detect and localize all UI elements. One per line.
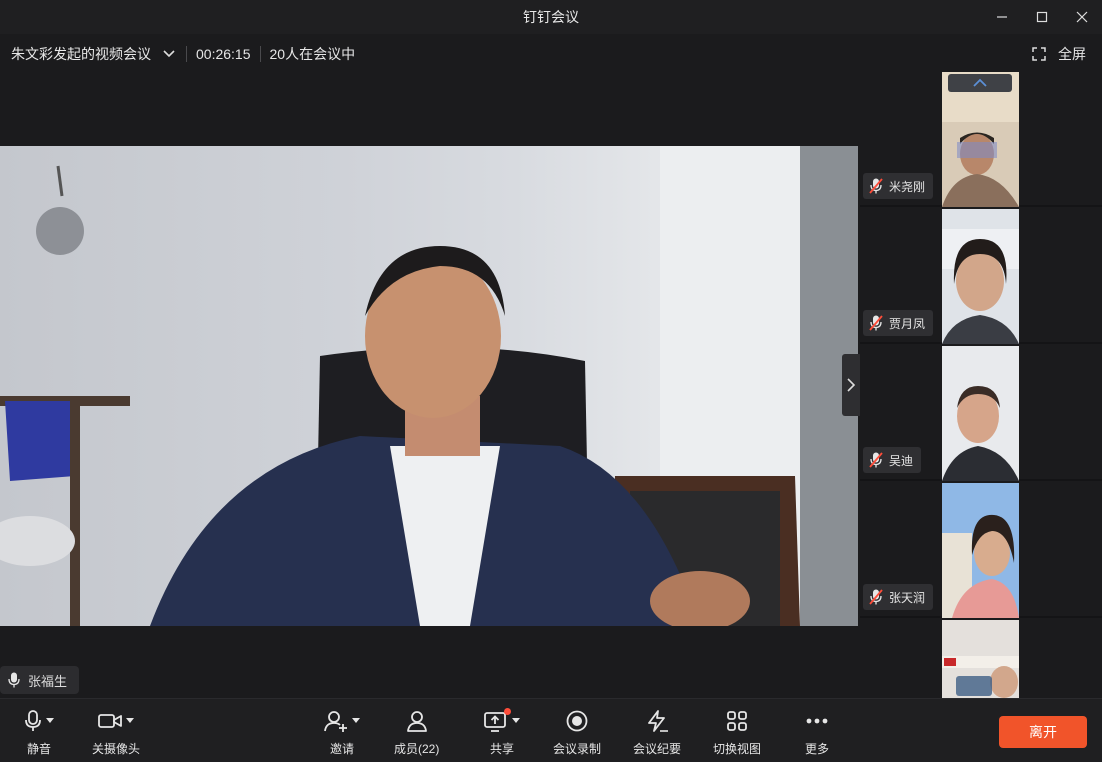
scroll-up-button[interactable] [948, 74, 1012, 92]
members-label: 成员(22) [394, 742, 440, 756]
grid-icon [727, 711, 747, 731]
title-bar: 钉钉会议 [0, 0, 1102, 34]
close-button[interactable] [1062, 0, 1102, 34]
participant-tile[interactable]: 贾月凤 [860, 209, 1102, 344]
participant-name: 吴迪 [889, 453, 914, 468]
microphone-icon [8, 672, 20, 688]
participant-video [942, 483, 1019, 618]
mute-button[interactable]: 静音 [24, 707, 54, 757]
close-icon [1076, 11, 1088, 23]
caret-down-icon[interactable] [512, 718, 520, 724]
participant-name: 张天润 [889, 590, 926, 605]
speaker-name: 张福生 [28, 673, 68, 689]
lightning-icon [648, 710, 668, 732]
user-icon [406, 711, 427, 732]
caret-down-icon[interactable] [126, 718, 134, 724]
caret-down-icon[interactable] [46, 718, 54, 724]
main-video [0, 146, 858, 626]
invite-button[interactable]: 邀请 [324, 707, 360, 757]
add-user-icon [324, 711, 347, 732]
more-label: 更多 [805, 742, 830, 756]
participant-tile[interactable]: 米尧刚 [860, 72, 1102, 207]
participant-sidebar: 米尧刚 贾月凤 吴迪 张天润 [860, 72, 1102, 698]
participant-tile[interactable]: 张天润 [860, 483, 1102, 618]
fullscreen-button[interactable]: 全屏 [1032, 34, 1086, 74]
microphone-muted-icon [869, 178, 883, 194]
participant-video [942, 620, 1019, 698]
share-badge-dot [504, 708, 511, 715]
meeting-info-dropdown[interactable] [161, 46, 177, 62]
participant-video [942, 346, 1019, 481]
participant-name: 米尧刚 [889, 179, 926, 194]
mute-label: 静音 [26, 742, 51, 756]
participant-video [942, 209, 1019, 344]
share-button[interactable]: 共享 [484, 707, 520, 757]
window-controls [982, 0, 1102, 34]
record-icon [566, 710, 588, 732]
camera-off-button[interactable]: 关摄像头 [92, 707, 140, 757]
members-button[interactable]: 成员(22) [394, 707, 439, 757]
divider [186, 46, 187, 62]
meeting-name[interactable]: 朱文彩发起的视频会议 [11, 44, 151, 64]
divider [259, 46, 261, 62]
participant-name-tag: 贾月凤 [863, 310, 934, 336]
participant-count: 20人在会议中 [269, 46, 356, 62]
camera-icon [98, 714, 122, 728]
invite-label: 邀请 [329, 742, 354, 756]
microphone-muted-icon [869, 589, 883, 605]
speaker-video-frame [0, 146, 858, 626]
speaker-name-tag: 张福生 [0, 666, 80, 694]
record-button[interactable]: 会议录制 [553, 707, 601, 757]
meeting-duration: 00:26:15 [196, 46, 251, 62]
more-button[interactable]: 更多 [805, 707, 829, 757]
minimize-icon [997, 16, 1007, 18]
minimize-button[interactable] [982, 0, 1022, 34]
microphone-muted-icon [869, 315, 883, 331]
switch-view-label: 切换视图 [713, 742, 762, 756]
leave-button[interactable]: 离开 [999, 716, 1087, 748]
meeting-info-bar: 朱文彩发起的视频会议 00:26:15 20人在会议中 全屏 [0, 34, 1102, 74]
switch-view-button[interactable]: 切换视图 [713, 707, 761, 757]
participant-name-tag: 吴迪 [863, 447, 922, 473]
maximize-icon [1036, 11, 1048, 23]
camera-off-label: 关摄像头 [92, 742, 141, 756]
participant-name-tag: 张天润 [863, 584, 934, 610]
share-label: 共享 [489, 742, 514, 756]
caret-down-icon[interactable] [352, 718, 360, 724]
next-page-button[interactable] [842, 354, 860, 416]
participant-video [942, 72, 1019, 207]
window-title: 钉钉会议 [523, 9, 579, 25]
participant-name-tag: 米尧刚 [863, 173, 934, 199]
record-label: 会议录制 [553, 742, 602, 756]
more-icon [806, 718, 828, 724]
participant-tile[interactable]: 吴迪 [860, 346, 1102, 481]
fullscreen-label: 全屏 [1058, 46, 1086, 62]
meeting-minutes-label: 会议纪要 [633, 742, 682, 756]
main-stage: 张福生 [0, 74, 860, 698]
bottom-toolbar: 静音 关摄像头 邀请 成员(22) 共享 会议录制 会议纪要 切换视图 更多 离… [0, 698, 1102, 762]
microphone-muted-icon [869, 452, 883, 468]
fullscreen-icon [1032, 47, 1046, 61]
maximize-button[interactable] [1022, 0, 1062, 34]
chevron-up-icon [973, 78, 987, 87]
chevron-right-icon [847, 378, 856, 392]
meeting-minutes-button[interactable]: 会议纪要 [633, 707, 681, 757]
microphone-icon [25, 710, 41, 731]
participant-name: 贾月凤 [889, 316, 926, 331]
chevron-down-icon [163, 50, 175, 58]
participant-tile[interactable] [860, 620, 1102, 698]
